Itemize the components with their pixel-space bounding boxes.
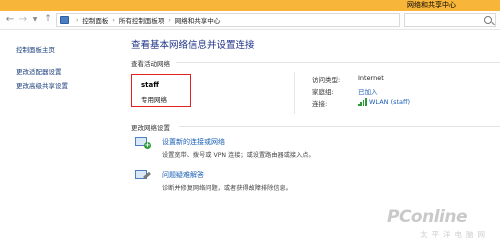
connection-link[interactable]: WLAN (staff) bbox=[369, 98, 410, 106]
breadcrumb-all-items[interactable]: 所有控制面板项 bbox=[119, 15, 165, 25]
troubleshoot-link[interactable]: 问题疑难解答 bbox=[162, 170, 204, 180]
control-panel-icon bbox=[60, 16, 69, 24]
active-networks-heading: 查看活动网络 bbox=[131, 60, 170, 68]
wifi-signal-icon bbox=[358, 98, 367, 106]
network-name: staff bbox=[141, 81, 159, 89]
access-type-value: Internet bbox=[358, 74, 384, 82]
window-title: 网络和共享中心 bbox=[407, 1, 456, 9]
page-title: 查看基本网络信息并设置连接 bbox=[131, 40, 255, 51]
breadcrumb-separator: › bbox=[168, 16, 171, 24]
breadcrumb-separator: › bbox=[76, 16, 79, 24]
troubleshoot-icon bbox=[135, 169, 152, 183]
active-network-box: staff 专用网络 bbox=[131, 74, 191, 107]
breadcrumb-network-center[interactable]: 网络和共享中心 bbox=[175, 15, 221, 25]
title-bar: 网络和共享中心 bbox=[0, 0, 500, 11]
search-input[interactable] bbox=[404, 13, 496, 27]
sidebar-item-adapter-settings[interactable]: 更改适配器设置 bbox=[16, 66, 62, 76]
back-arrow-icon[interactable]: ← bbox=[4, 13, 16, 26]
sidebar-item-home[interactable]: 控制面板主页 bbox=[16, 44, 55, 54]
navigation-bar: ← → ▼ ↑ › 控制面板 › 所有控制面板项 › 网络和共享中心 bbox=[0, 11, 500, 30]
setup-connection-description: 设置宽带、拨号或 VPN 连接；或设置路由器或接入点。 bbox=[162, 152, 315, 159]
watermark-logo: PConline bbox=[387, 207, 468, 227]
section-divider bbox=[179, 126, 500, 127]
homegroup-label: 家庭组: bbox=[312, 88, 334, 96]
up-arrow-icon[interactable]: ↑ bbox=[42, 13, 54, 26]
forward-arrow-icon[interactable]: → bbox=[17, 13, 29, 26]
network-type: 专用网络 bbox=[141, 96, 167, 104]
address-bar[interactable]: › 控制面板 › 所有控制面板项 › 网络和共享中心 bbox=[56, 13, 400, 27]
change-settings-heading: 更改网络设置 bbox=[131, 124, 170, 132]
section-divider bbox=[176, 62, 500, 63]
sidebar: 控制面板主页 更改适配器设置 更改高级共享设置 bbox=[0, 31, 120, 250]
troubleshoot-description: 诊断并修复网络问题，或者获得故障排除信息。 bbox=[162, 185, 292, 192]
setup-connection-link[interactable]: 设置新的连接或网络 bbox=[162, 137, 225, 147]
vertical-divider bbox=[294, 72, 295, 114]
search-icon[interactable] bbox=[484, 16, 492, 24]
breadcrumb-separator: › bbox=[112, 16, 115, 24]
sidebar-item-advanced-sharing[interactable]: 更改高级共享设置 bbox=[16, 80, 68, 90]
access-type-label: 访问类型: bbox=[312, 76, 341, 84]
homegroup-link[interactable]: 已加入 bbox=[358, 86, 378, 96]
recent-pages-chevron-icon[interactable]: ▼ bbox=[30, 13, 40, 26]
breadcrumb-control-panel[interactable]: 控制面板 bbox=[82, 15, 108, 25]
watermark-subtitle: 太平洋电脑网 bbox=[420, 230, 489, 239]
network-setup-icon: + bbox=[135, 136, 152, 150]
connection-label: 连接: bbox=[312, 100, 328, 108]
